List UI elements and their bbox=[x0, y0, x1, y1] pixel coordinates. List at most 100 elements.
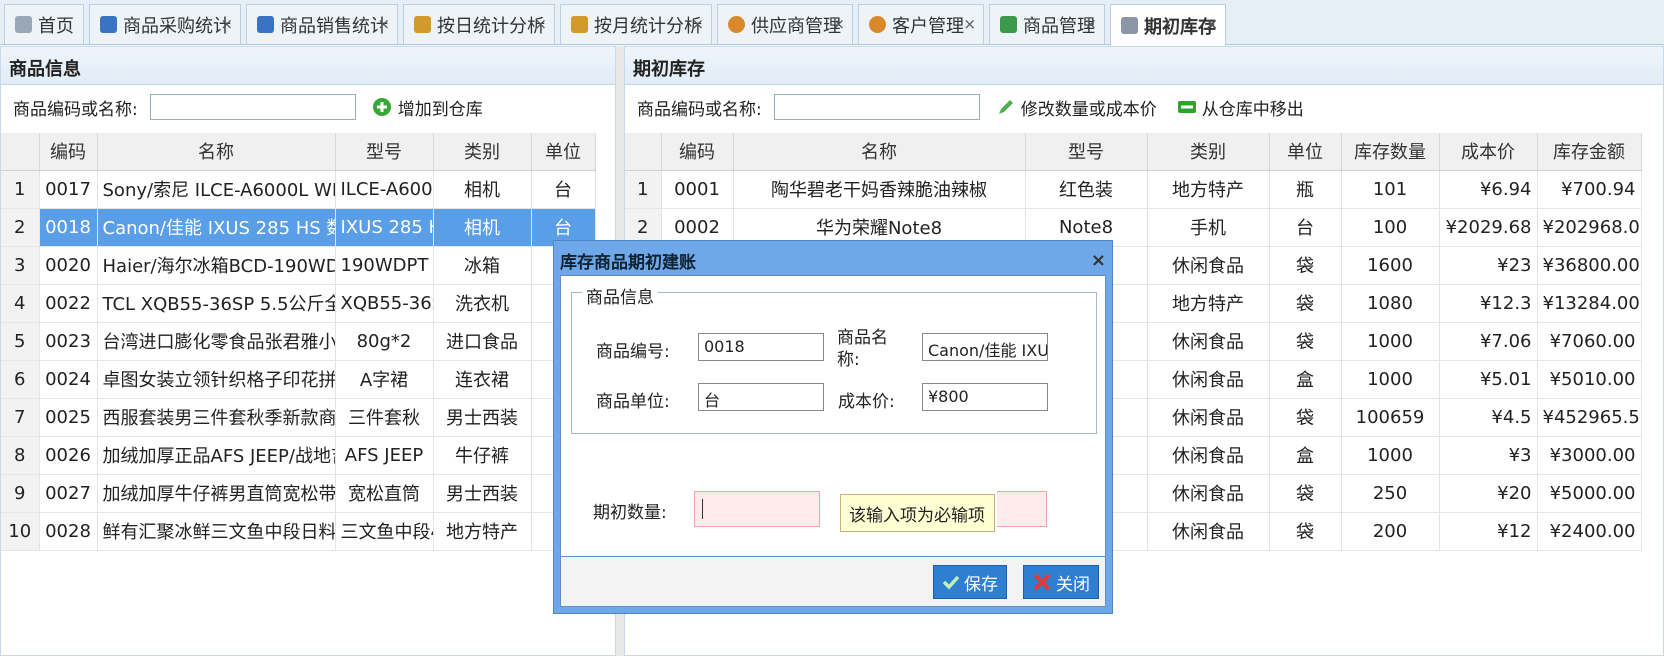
dialog-footer: 保存 关闭 bbox=[560, 557, 1106, 607]
tab-2[interactable]: 商品采购统计 × bbox=[89, 4, 241, 44]
save-label: 保存 bbox=[964, 574, 998, 595]
column-header[interactable]: 编码 bbox=[39, 133, 98, 171]
product-info-group: 商品信息 商品编号: 0018 商品名称: Canon/佳能 IXUS 285 … bbox=[571, 283, 1097, 434]
tab-close-icon[interactable]: × bbox=[220, 15, 233, 33]
table-row[interactable]: 20018Canon/佳能 IXUS 285 HS 数码相机IXUS 285 H… bbox=[1, 208, 596, 247]
stock-search-input[interactable] bbox=[773, 94, 980, 120]
table-cell: 袋 bbox=[1269, 284, 1342, 323]
table-row[interactable]: 100028鲜有汇聚冰鲜三文鱼中段日料刺身三文鱼中段400g地方特产 bbox=[1, 512, 596, 551]
table-cell: ¥5000.00 bbox=[1537, 474, 1642, 513]
column-header[interactable]: 名称 bbox=[97, 133, 336, 171]
table-row[interactable]: 7 0025 西服套装男三件套秋季新款商务 三件套秋 男士西装 bbox=[1, 398, 596, 437]
row-number: 7 bbox=[1, 398, 40, 437]
table-row[interactable]: 50023台湾进口膨化零食品张君雅小妹妹80g*2进口食品 bbox=[1, 322, 596, 361]
tab-label: 按日统计分析 bbox=[437, 15, 545, 37]
report-icon bbox=[571, 16, 588, 33]
column-header[interactable] bbox=[625, 133, 662, 171]
tab-label: 供应商管理 bbox=[751, 15, 841, 37]
table-cell: TCL XQB55-36SP 5.5公斤全自动 bbox=[97, 284, 336, 323]
table-row[interactable]: 10017Sony/索尼 ILCE-A6000L WIFIILCE-A6000L… bbox=[1, 170, 596, 209]
table-cell: 袋 bbox=[1269, 398, 1342, 437]
tab-5[interactable]: 按月统计分析 × bbox=[560, 4, 712, 44]
column-header[interactable] bbox=[1, 133, 40, 171]
row-number: 3 bbox=[1, 246, 40, 285]
column-header[interactable]: 库存金额 bbox=[1537, 133, 1642, 171]
save-button[interactable]: 保存 bbox=[933, 565, 1007, 599]
table-cell: ¥4.5 bbox=[1439, 398, 1538, 437]
table-row[interactable]: 90027加绒加厚牛仔裤男直筒宽松带弹力宽松直筒男士西装 bbox=[1, 474, 596, 513]
column-header[interactable]: 单位 bbox=[1269, 133, 1342, 171]
table-cell: 1000 bbox=[1341, 436, 1440, 475]
column-header[interactable]: 名称 bbox=[733, 133, 1026, 171]
tab-close-icon[interactable]: × bbox=[1084, 15, 1097, 33]
table-row[interactable]: 80026加绒加厚正品AFS JEEP/战地吉普AFS JEEP牛仔裤 bbox=[1, 436, 596, 475]
table-cell: 200 bbox=[1341, 512, 1440, 551]
table-cell: ¥7060.00 bbox=[1537, 322, 1642, 361]
stock-search-label: 商品编码或名称: bbox=[637, 99, 762, 120]
remove-from-warehouse-button[interactable]: 从仓库中移出 bbox=[1177, 95, 1304, 120]
row-number: 9 bbox=[1, 474, 40, 513]
tree-icon bbox=[1000, 16, 1017, 33]
tab-label: 客户管理 bbox=[892, 15, 964, 37]
table-cell: Sony/索尼 ILCE-A6000L WIFI bbox=[97, 170, 336, 209]
table-cell: 0022 bbox=[39, 284, 98, 323]
column-header[interactable]: 类别 bbox=[1147, 133, 1270, 171]
user-icon bbox=[869, 16, 886, 33]
add-to-warehouse-button[interactable]: 增加到仓库 bbox=[372, 95, 483, 120]
unit-label: 商品单位: bbox=[596, 392, 670, 412]
edit-quantity-cost-button[interactable]: 修改数量或成本价 bbox=[996, 95, 1157, 120]
tab-1[interactable]: 首页 bbox=[4, 4, 84, 44]
tab-close-icon[interactable]: × bbox=[377, 15, 390, 33]
opening-stock-title: 期初库存 bbox=[625, 47, 1663, 85]
table-cell: ¥3 bbox=[1439, 436, 1538, 475]
tab-close-icon[interactable]: × bbox=[1205, 15, 1218, 33]
tab-close-icon[interactable]: × bbox=[534, 15, 547, 33]
tab-4[interactable]: 按日统计分析 × bbox=[403, 4, 555, 44]
tab-close-icon[interactable]: × bbox=[963, 15, 976, 33]
report-icon bbox=[414, 16, 431, 33]
home-icon bbox=[15, 16, 32, 33]
table-cell: 红色装 bbox=[1025, 170, 1148, 209]
table-row[interactable]: 6 0024 卓图女装立领针织格子印花拼接 A字裙 连衣裙 bbox=[1, 360, 596, 399]
tab-close-icon[interactable]: × bbox=[832, 15, 845, 33]
bar-chart-icon bbox=[100, 16, 117, 33]
column-header[interactable]: 库存数量 bbox=[1341, 133, 1440, 171]
table-cell: ¥2400.00 bbox=[1537, 512, 1642, 551]
column-header[interactable]: 型号 bbox=[335, 133, 434, 171]
tab-close-icon[interactable]: × bbox=[691, 15, 704, 33]
table-cell: 袋 bbox=[1269, 512, 1342, 551]
table-cell: 加绒加厚正品AFS JEEP/战地吉普 bbox=[97, 436, 336, 475]
table-cell: ¥202968.00 bbox=[1537, 208, 1642, 247]
product-search-input[interactable] bbox=[149, 94, 356, 120]
table-cell: ¥12 bbox=[1439, 512, 1538, 551]
code-field[interactable]: 0018 bbox=[698, 333, 824, 361]
table-row[interactable]: 40022TCL XQB55-36SP 5.5公斤全自动XQB55-36SP洗衣… bbox=[1, 284, 596, 323]
tab-7[interactable]: 客户管理 × bbox=[858, 4, 984, 44]
column-header[interactable]: 型号 bbox=[1025, 133, 1148, 171]
quantity-field[interactable] bbox=[694, 491, 820, 527]
tab-6[interactable]: 供应商管理 × bbox=[717, 4, 853, 44]
name-label: 商品名称: bbox=[837, 328, 888, 370]
table-row[interactable]: 1 0001 陶华碧老干妈香辣脆油辣椒 红色装 地方特产瓶 101 ¥6.94 ¥700.94 bbox=[625, 170, 1642, 209]
unit-field[interactable]: 台 bbox=[698, 383, 824, 411]
table-cell: 袋 bbox=[1269, 246, 1342, 285]
close-button[interactable]: 关闭 bbox=[1023, 565, 1099, 599]
cost-field[interactable]: ¥800 bbox=[922, 383, 1048, 411]
tab-3[interactable]: 商品销售统计 × bbox=[246, 4, 398, 44]
column-header[interactable]: 类别 bbox=[433, 133, 532, 171]
table-row[interactable]: 30020Haier/海尔冰箱BCD-190WDPT190WDPT冰箱 bbox=[1, 246, 596, 285]
column-header[interactable]: 编码 bbox=[661, 133, 734, 171]
table-cell: 休闲食品 bbox=[1147, 436, 1270, 475]
table-cell: ILCE-A6000L bbox=[335, 170, 434, 209]
table-cell: 1600 bbox=[1341, 246, 1440, 285]
row-number: 4 bbox=[1, 284, 40, 323]
table-cell: ¥6.94 bbox=[1439, 170, 1538, 209]
table-cell: 101 bbox=[1341, 170, 1440, 209]
tab-8[interactable]: 商品管理 × bbox=[989, 4, 1105, 44]
column-header[interactable]: 成本价 bbox=[1439, 133, 1538, 171]
tab-9[interactable]: 期初库存 × bbox=[1110, 4, 1226, 46]
name-field[interactable]: Canon/佳能 IXUS 285 HS bbox=[922, 333, 1048, 361]
row-number: 8 bbox=[1, 436, 40, 475]
dialog-close-icon[interactable]: × bbox=[1091, 250, 1106, 271]
column-header[interactable]: 单位 bbox=[531, 133, 596, 171]
